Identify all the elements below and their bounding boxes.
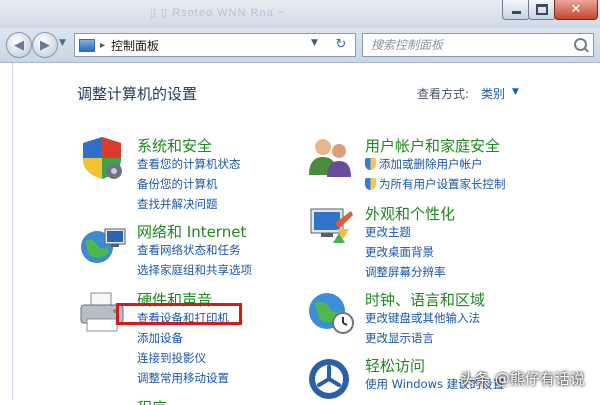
page-title: 调整计算机的设置 — [77, 85, 198, 103]
category-title-system-security[interactable]: 系统和安全 — [137, 135, 212, 156]
category-title-appearance[interactable]: 外观和个性化 — [365, 203, 455, 224]
link-change-keyboard-input[interactable]: 更改键盘或其他输入法 — [365, 310, 480, 326]
search-box[interactable] — [362, 33, 594, 57]
link-change-theme[interactable]: 更改主题 — [365, 224, 411, 240]
view-by-dropdown[interactable]: 类别 — [481, 85, 505, 102]
navigation-bar: ◀ ▶ ▼ ▸ 控制面板 ▼ ↻ — [0, 28, 600, 63]
appearance-monitor-icon[interactable] — [305, 203, 355, 249]
watermark: 头条 @熊仔有话说 — [460, 370, 585, 388]
link-parental-controls[interactable]: 为所有用户设置家长控制 — [379, 176, 506, 192]
security-shield-icon[interactable] — [77, 135, 127, 181]
network-globe-icon[interactable] — [77, 221, 127, 267]
view-by-label: 查看方式: — [417, 87, 470, 101]
highlight-box — [116, 303, 242, 325]
category-programs: 程序 — [77, 395, 297, 405]
content-area: 调整计算机的设置 查看方式: 类别 ▼ 系统和安全 查看您的计算机状态 备份您的… — [12, 63, 600, 405]
refresh-button[interactable]: ↻ — [330, 35, 352, 55]
link-connect-projector[interactable]: 连接到投影仪 — [137, 350, 206, 366]
category-appearance: 外观和个性化 更改主题 更改桌面背景 调整屏幕分辨率 — [305, 203, 565, 279]
refresh-icon: ↻ — [335, 37, 347, 52]
link-view-computer-status[interactable]: 查看您的计算机状态 — [137, 156, 241, 172]
title-bar: ▯ ▯ Rsoteo WNN Rna ~ ✕ — [0, 0, 600, 28]
control-panel-icon — [79, 38, 95, 52]
link-backup-computer[interactable]: 备份您的计算机 — [137, 176, 218, 192]
recent-pages-dropdown-icon[interactable]: ▼ — [59, 38, 66, 48]
category-system-security: 系统和安全 查看您的计算机状态 备份您的计算机 查找并解决问题 — [77, 135, 297, 211]
forward-button[interactable]: ▶ — [32, 32, 58, 58]
link-network-status[interactable]: 查看网络状态和任务 — [137, 242, 241, 258]
link-add-remove-accounts[interactable]: 添加或删除用户帐户 — [379, 156, 483, 172]
link-adjust-resolution[interactable]: 调整屏幕分辨率 — [365, 264, 446, 280]
category-title-network-internet[interactable]: 网络和 Internet — [137, 221, 246, 242]
category-title-ease-of-access[interactable]: 轻松访问 — [365, 355, 425, 376]
users-icon[interactable] — [305, 135, 355, 181]
chevron-down-icon[interactable]: ▼ — [512, 87, 519, 97]
link-homegroup-sharing[interactable]: 选择家庭组和共享选项 — [137, 262, 252, 278]
close-button[interactable]: ✕ — [554, 0, 598, 20]
search-icon[interactable] — [574, 38, 587, 51]
category-network-internet: 网络和 Internet 查看网络状态和任务 选择家庭组和共享选项 — [77, 221, 297, 281]
close-icon: ✕ — [570, 2, 582, 17]
link-mobility-settings[interactable]: 调整常用移动设置 — [137, 370, 229, 386]
window-title-ghost: ▯ ▯ Rsoteo WNN Rna ~ — [150, 7, 286, 19]
category-clock-language-region: 时钟、语言和区域 更改键盘或其他输入法 更改显示语言 — [305, 289, 565, 349]
category-title-clock-language-region[interactable]: 时钟、语言和区域 — [365, 289, 485, 310]
category-user-accounts: 用户帐户和家庭安全 添加或删除用户帐户 为所有用户设置家长控制 — [305, 135, 565, 195]
minimize-button[interactable] — [502, 0, 530, 20]
category-title-user-accounts[interactable]: 用户帐户和家庭安全 — [365, 135, 500, 156]
breadcrumb-control-panel[interactable]: 控制面板 — [111, 37, 159, 54]
link-add-device[interactable]: 添加设备 — [137, 330, 183, 346]
link-find-fix-problems[interactable]: 查找并解决问题 — [137, 196, 218, 212]
back-button[interactable]: ◀ — [6, 32, 32, 58]
link-change-display-language[interactable]: 更改显示语言 — [365, 330, 434, 346]
link-change-desktop-background[interactable]: 更改桌面背景 — [365, 244, 434, 260]
clock-globe-icon[interactable] — [305, 289, 355, 335]
minimize-icon — [511, 11, 521, 14]
breadcrumb-separator[interactable]: ▸ — [100, 40, 105, 51]
maximize-button[interactable] — [528, 0, 556, 20]
category-title-programs[interactable]: 程序 — [137, 397, 167, 405]
search-input[interactable] — [369, 36, 573, 54]
address-dropdown-icon[interactable]: ▼ — [311, 38, 318, 48]
ease-of-access-icon[interactable] — [305, 355, 355, 401]
maximize-icon — [536, 4, 548, 15]
uac-shield-icon — [365, 158, 376, 170]
uac-shield-icon — [365, 178, 376, 190]
